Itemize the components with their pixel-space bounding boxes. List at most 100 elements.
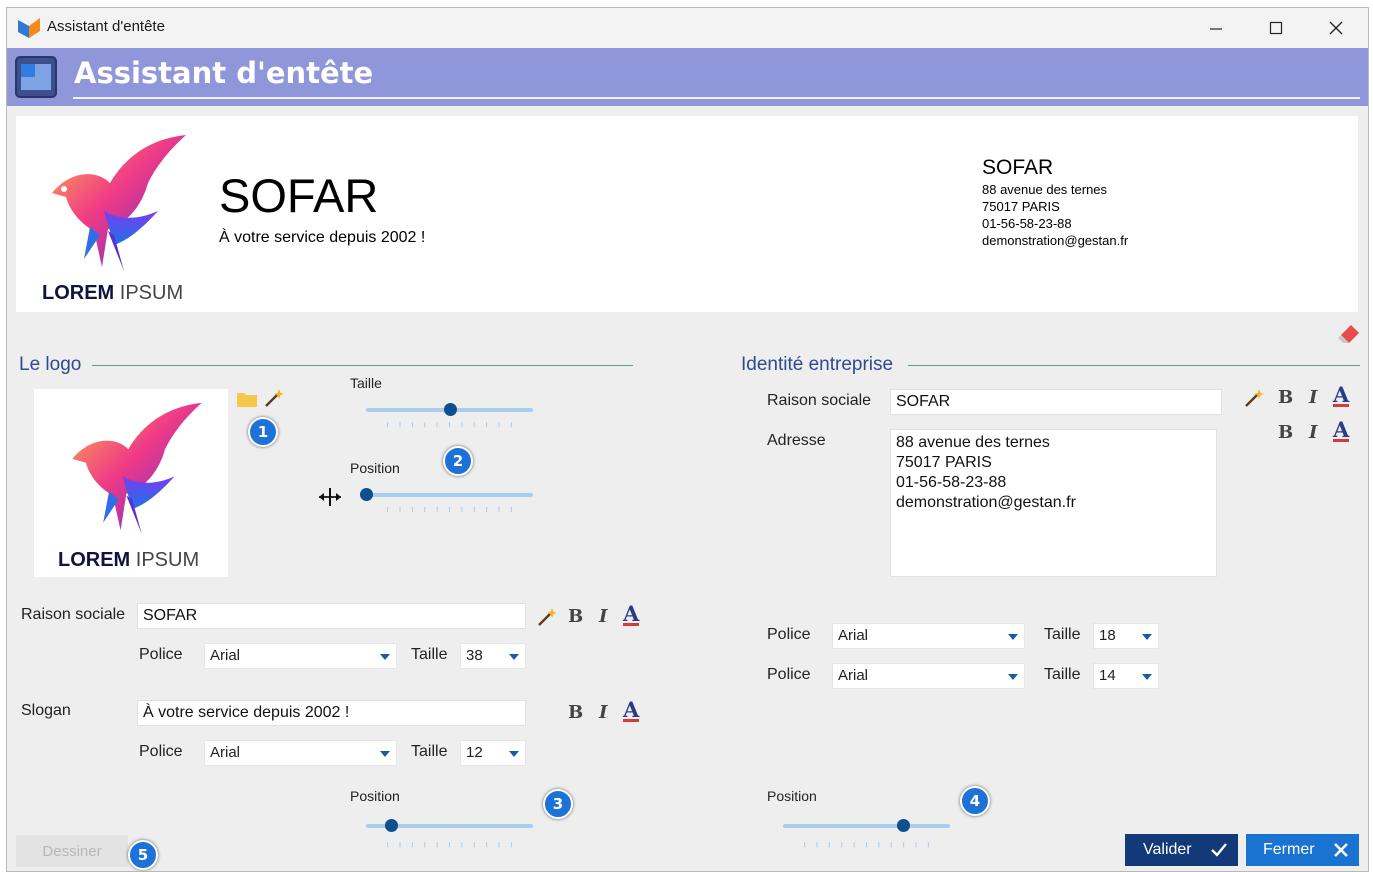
police-select[interactable]: Arial [204, 643, 397, 669]
bird-logo-icon [72, 402, 202, 535]
slogan-input[interactable]: À votre service depuis 2002 ! [137, 700, 526, 726]
preview-address-line: 01-56-58-23-88 [982, 216, 1072, 231]
magic-wand-icon[interactable] [263, 387, 285, 409]
identity-police-label-2: Police [767, 666, 811, 683]
logo-caption: LOREM IPSUM [42, 282, 183, 305]
bird-logo-icon [52, 135, 186, 271]
preview-address: 88 avenue des ternes 75017 PARIS 01-56-5… [982, 181, 1128, 249]
preview-address-line: 75017 PARIS [982, 199, 1060, 214]
banner-title: Assistant d'entête [74, 56, 374, 90]
taille-select[interactable]: 38 [460, 643, 526, 669]
adresse-textarea[interactable]: 88 avenue des ternes 75017 PARIS 01-56-5… [890, 429, 1217, 577]
identity-police-label-1: Police [767, 626, 811, 643]
text-position-label: Position [350, 788, 400, 804]
magic-wand-icon[interactable] [536, 606, 558, 628]
logo-position-label: Position [350, 460, 400, 476]
chevron-down-icon [1142, 634, 1152, 640]
logo-word-ipsum: IPSUM [119, 282, 184, 304]
dessiner-button[interactable]: Dessiner [16, 835, 128, 867]
bold-button[interactable]: B [568, 606, 583, 627]
slogan-taille-value: 12 [466, 744, 483, 761]
italic-button[interactable]: I [599, 606, 607, 627]
check-icon [1211, 843, 1227, 857]
slogan-police-select[interactable]: Arial [204, 740, 397, 766]
title-bar: Assistant d'entête [7, 8, 1368, 48]
slogan-italic-button[interactable]: I [599, 702, 607, 723]
slogan-bold-button[interactable]: B [568, 702, 583, 723]
identity-raison-color-button[interactable]: A [1333, 384, 1350, 407]
fermer-button[interactable]: Fermer [1246, 834, 1359, 866]
identity-raison-input[interactable]: SOFAR [890, 389, 1222, 415]
taille-label: Taille [411, 646, 448, 663]
police-select-value: Arial [210, 647, 241, 664]
minimize-icon[interactable] [1186, 8, 1246, 48]
logo-size-slider[interactable] [366, 400, 533, 430]
identity-raison-label: Raison sociale [767, 392, 872, 409]
logo-position-slider[interactable] [360, 485, 533, 515]
x-icon [1334, 843, 1348, 857]
identity-taille-value-1: 18 [1099, 627, 1116, 644]
eraser-icon[interactable] [1337, 321, 1361, 343]
identity-taille-select-1[interactable]: 18 [1093, 623, 1159, 649]
identity-position-slider[interactable] [783, 816, 950, 848]
identity-police-value-1: Arial [838, 627, 869, 644]
maximize-icon[interactable] [1246, 8, 1306, 48]
slider-ticks [387, 422, 512, 428]
step-badge-1: 1 [248, 417, 278, 447]
identity-taille-value-2: 14 [1099, 667, 1116, 684]
step-badge-4: 4 [960, 786, 990, 816]
slogan-taille-select[interactable]: 12 [460, 740, 526, 766]
logo-word-ipsum: IPSUM [135, 549, 200, 571]
identity-raison-italic-button[interactable]: I [1309, 387, 1317, 408]
logo-section-rule [92, 365, 633, 366]
identity-raison-bold-button[interactable]: B [1278, 387, 1293, 408]
text-position-slider[interactable] [366, 816, 533, 848]
slider-thumb[interactable] [897, 819, 910, 832]
slider-thumb[interactable] [444, 403, 457, 416]
slider-ticks [387, 507, 512, 513]
slogan-label: Slogan [21, 702, 71, 719]
folder-icon[interactable] [236, 390, 258, 408]
logo-word-lorem: LOREM [58, 549, 131, 571]
valider-button[interactable]: Valider [1125, 834, 1238, 866]
slider-thumb[interactable] [385, 819, 398, 832]
identity-police-select-2[interactable]: Arial [832, 663, 1025, 689]
slider-ticks [387, 842, 512, 848]
step-badge-5: 5 [128, 840, 158, 870]
slider-ticks [804, 842, 929, 848]
identity-police-select-1[interactable]: Arial [832, 623, 1025, 649]
adresse-bold-button[interactable]: B [1278, 422, 1293, 443]
logo-thumbnail[interactable]: LOREM IPSUM [34, 389, 228, 577]
preview-address-line: demonstration@gestan.fr [982, 233, 1129, 248]
logo-word-lorem: LOREM [42, 282, 115, 304]
adresse-italic-button[interactable]: I [1309, 422, 1317, 443]
slogan-taille-label: Taille [411, 743, 448, 760]
step-badge-2: 2 [443, 446, 473, 476]
app-logo-icon [18, 18, 40, 38]
raison-sociale-input[interactable]: SOFAR [137, 603, 526, 629]
slider-thumb[interactable] [360, 488, 373, 501]
identity-position-label: Position [767, 788, 817, 804]
slogan-police-value: Arial [210, 744, 241, 761]
window-title: Assistant d'entête [47, 18, 165, 35]
adresse-label: Adresse [767, 432, 826, 449]
preview-company-name: SOFAR [219, 169, 379, 222]
taille-select-value: 38 [466, 647, 483, 664]
magic-wand-icon[interactable] [1243, 387, 1265, 409]
identity-taille-select-2[interactable]: 14 [1093, 663, 1159, 689]
adresse-color-button[interactable]: A [1333, 419, 1350, 442]
preview-logo: LOREM IPSUM [19, 119, 214, 309]
font-color-button[interactable]: A [623, 603, 640, 626]
window-layout-icon [15, 56, 57, 98]
slogan-font-color-button[interactable]: A [623, 699, 640, 722]
identity-section-title: Identité entreprise [741, 354, 894, 375]
identity-taille-label-1: Taille [1044, 626, 1081, 643]
header-preview: LOREM IPSUM SOFAR À votre service depuis… [16, 116, 1358, 312]
close-icon[interactable] [1306, 8, 1366, 48]
logo-thumbnail-caption: LOREM IPSUM [58, 549, 199, 572]
logo-size-label: Taille [350, 375, 382, 391]
fermer-button-label: Fermer [1263, 841, 1315, 858]
chevron-down-icon [509, 751, 519, 757]
slider-track [366, 493, 533, 497]
chevron-down-icon [509, 654, 519, 660]
